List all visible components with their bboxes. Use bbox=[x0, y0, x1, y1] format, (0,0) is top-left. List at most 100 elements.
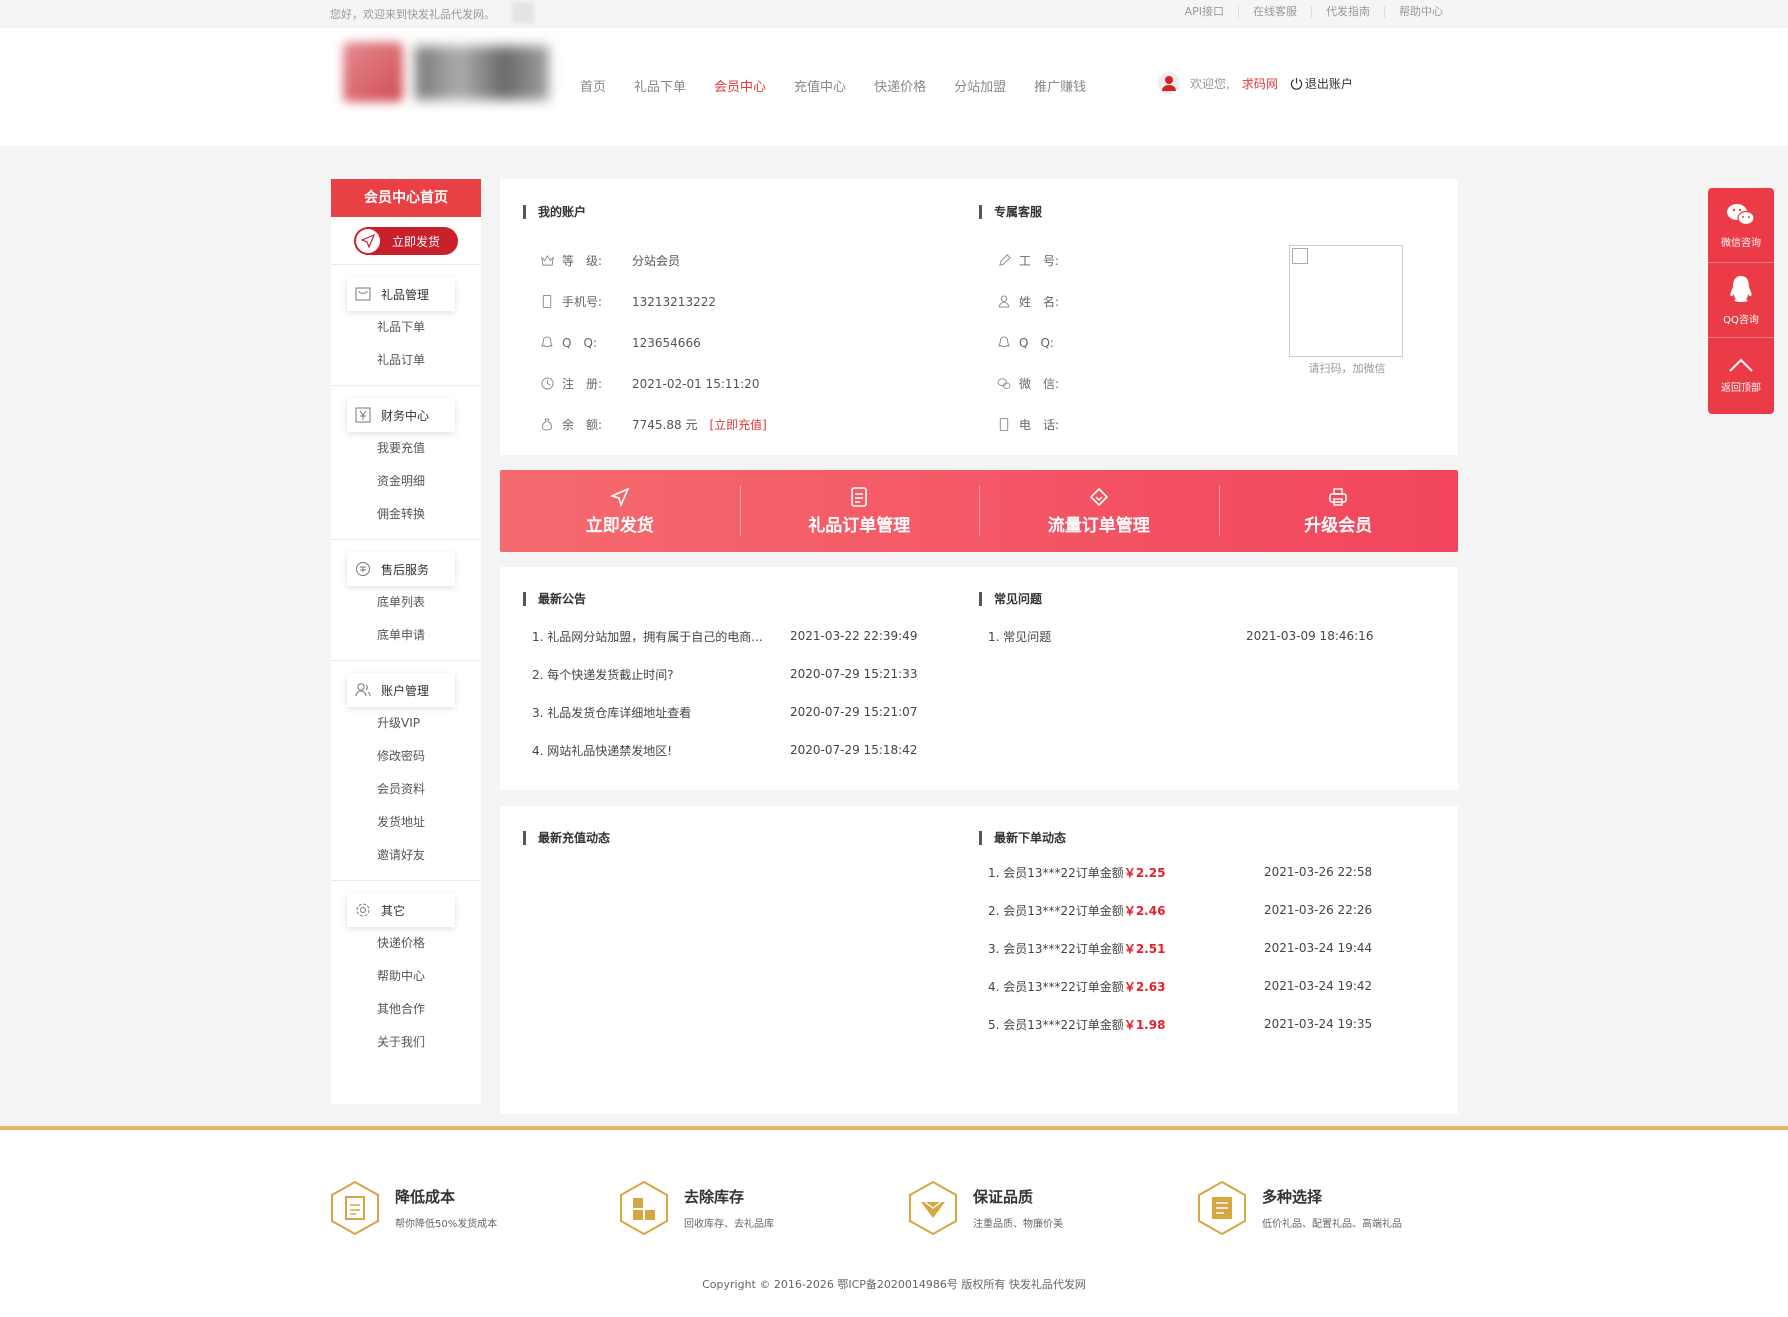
logout-button[interactable]: 退出账户 bbox=[1290, 75, 1353, 92]
sidebar-item-profile[interactable]: 会员资料 bbox=[331, 773, 481, 806]
qq-penguin-icon bbox=[1729, 275, 1753, 305]
guide-link[interactable]: 代发指南 bbox=[1311, 6, 1384, 18]
user-avatar-icon bbox=[1162, 76, 1176, 91]
feature-sub: 注重品质、物廉价美 bbox=[973, 1219, 1063, 1230]
order-amount: ￥2.25 bbox=[1123, 865, 1166, 880]
paper-plane-icon bbox=[609, 486, 630, 507]
sidebar-item-change-password[interactable]: 修改密码 bbox=[331, 740, 481, 773]
nav-promote[interactable]: 推广赚钱 bbox=[1034, 76, 1086, 95]
list-item[interactable]: 1. 礼品网分站加盟，拥有属于自己的电商... 2021-03-22 22:39:… bbox=[532, 617, 932, 655]
sidebar-item-recharge[interactable]: 我要充值 bbox=[331, 432, 481, 465]
online-service-link[interactable]: 在线客服 bbox=[1238, 6, 1311, 18]
qq-consult-button[interactable]: QQ咨询 bbox=[1708, 263, 1774, 338]
list-item[interactable]: 4. 网站礼品快递禁发地区! 2020-07-29 15:18:42 bbox=[532, 731, 932, 769]
order-amount: ￥1.98 bbox=[1123, 1017, 1166, 1032]
staff-name-label: 姓 名: bbox=[1019, 295, 1060, 309]
sidebar-title-label: 账户管理 bbox=[381, 683, 430, 698]
sidebar-item-commission[interactable]: 佣金转换 bbox=[331, 498, 481, 531]
wechat-icon bbox=[997, 377, 1011, 391]
order-feed-title: 最新下单动态 bbox=[979, 831, 1066, 845]
sidebar-title-label: 财务中心 bbox=[381, 408, 430, 423]
order-time: 2021-03-24 19:42 bbox=[1264, 979, 1373, 993]
notice-time: 2020-07-29 15:21:07 bbox=[790, 705, 918, 719]
notice-text[interactable]: 3. 礼品发货仓库详细地址查看 bbox=[532, 704, 790, 721]
phone-value: 13213213222 bbox=[632, 294, 716, 309]
order-amount: ￥2.51 bbox=[1123, 941, 1166, 956]
sidebar-section-gift: 礼品管理 礼品下单 礼品订单 bbox=[331, 265, 481, 386]
help-link[interactable]: 帮助中心 bbox=[1384, 6, 1457, 18]
nav-express-price[interactable]: 快递价格 bbox=[874, 76, 926, 95]
sidebar-title-service[interactable]: 售后服务 bbox=[347, 552, 455, 586]
gift-order-manage-action[interactable]: 礼品订单管理 bbox=[739, 470, 980, 552]
sidebar-title-account[interactable]: 账户管理 bbox=[347, 673, 455, 707]
sidebar-item-gift-order[interactable]: 礼品下单 bbox=[331, 311, 481, 344]
nav-member-center[interactable]: 会员中心 bbox=[714, 76, 766, 95]
sidebar-item-invite[interactable]: 邀请好友 bbox=[331, 839, 481, 872]
feature-sub: 帮你降低50%发货成本 bbox=[395, 1219, 498, 1230]
user-icon bbox=[355, 682, 371, 698]
floating-contact-bar: 微信咨询 QQ咨询 返回顶部 bbox=[1708, 188, 1774, 414]
account-title: 我的账户 bbox=[523, 205, 586, 219]
logout-label: 退出账户 bbox=[1304, 76, 1353, 91]
top-bar: 您好，欢迎来到快发礼品代发网。 API接口 在线客服 代发指南 帮助中心 bbox=[0, 0, 1788, 27]
list-item: 2. 会员13***22订单金额￥2.46 2021-03-26 22:26 bbox=[988, 891, 1408, 929]
sidebar-item-express-price[interactable]: 快递价格 bbox=[331, 927, 481, 960]
chevron-up-icon bbox=[1728, 357, 1754, 373]
sidebar: 会员中心首页 立即发货 礼品管理 礼品下单 礼品订单 财务中心 我要充值 资金明… bbox=[331, 179, 481, 1104]
sidebar-title-other[interactable]: 其它 bbox=[347, 893, 455, 927]
faq-text[interactable]: 1. 常见问题 bbox=[988, 628, 1246, 645]
order-time: 2021-03-26 22:26 bbox=[1264, 903, 1373, 917]
sidebar-item-shipping-address[interactable]: 发货地址 bbox=[331, 806, 481, 839]
main-nav: 首页 礼品下单 会员中心 充值中心 快递价格 分站加盟 推广赚钱 bbox=[580, 76, 1114, 95]
back-to-top-button[interactable]: 返回顶部 bbox=[1708, 338, 1774, 413]
upgrade-member-action[interactable]: 升级会员 bbox=[1218, 470, 1459, 552]
feature-title: 降低成本 bbox=[395, 1188, 456, 1206]
list-item[interactable]: 1. 常见问题 2021-03-09 18:46:16 bbox=[988, 617, 1388, 655]
welcome-text: 欢迎您, bbox=[1190, 76, 1230, 91]
sidebar-header[interactable]: 会员中心首页 bbox=[331, 179, 481, 217]
sidebar-item-receipt-list[interactable]: 底单列表 bbox=[331, 586, 481, 619]
copyright-text: Copyright © 2016-2026 鄂ICP备2020014986号 版… bbox=[702, 1278, 1086, 1291]
pen-icon bbox=[997, 254, 1011, 268]
notice-text[interactable]: 2. 每个快递发货截止时间? bbox=[532, 666, 790, 683]
nav-recharge[interactable]: 充值中心 bbox=[794, 76, 846, 95]
recharge-now-link[interactable]: [立即充值] bbox=[709, 416, 766, 433]
list-item[interactable]: 2. 每个快递发货截止时间? 2020-07-29 15:21:33 bbox=[532, 655, 932, 693]
nav-franchise[interactable]: 分站加盟 bbox=[954, 76, 1006, 95]
wechat-consult-button[interactable]: 微信咨询 bbox=[1708, 188, 1774, 263]
sidebar-item-gift-orders[interactable]: 礼品订单 bbox=[331, 344, 481, 377]
send-now-action[interactable]: 立即发货 bbox=[500, 470, 740, 552]
sidebar-item-cooperation[interactable]: 其他合作 bbox=[331, 993, 481, 1026]
notice-text[interactable]: 4. 网站礼品快递禁发地区! bbox=[532, 742, 790, 759]
order-text: 3. 会员13***22订单金额 bbox=[988, 941, 1124, 956]
sidebar-item-fund-details[interactable]: 资金明细 bbox=[331, 465, 481, 498]
logo-text-blurred[interactable] bbox=[415, 46, 549, 100]
notice-list: 1. 礼品网分站加盟，拥有属于自己的电商... 2021-03-22 22:39:… bbox=[532, 617, 932, 769]
nav-home[interactable]: 首页 bbox=[580, 76, 606, 95]
api-link[interactable]: API接口 bbox=[1171, 6, 1238, 18]
choices-hex-icon bbox=[1198, 1180, 1246, 1236]
paper-plane-icon bbox=[361, 234, 375, 248]
sidebar-item-about[interactable]: 关于我们 bbox=[331, 1026, 481, 1059]
cost-hex-icon bbox=[331, 1180, 379, 1236]
send-now-button[interactable]: 立即发货 bbox=[354, 227, 458, 255]
username-link[interactable]: 求码网 bbox=[1242, 75, 1278, 92]
logo-mark[interactable] bbox=[343, 42, 403, 102]
gift-order-manage-label: 礼品订单管理 bbox=[808, 515, 911, 536]
nav-gift-order[interactable]: 礼品下单 bbox=[634, 76, 686, 95]
sidebar-title-finance[interactable]: 财务中心 bbox=[347, 398, 455, 432]
traffic-order-manage-action[interactable]: 流量订单管理 bbox=[979, 470, 1219, 552]
wechat-consult-label: 微信咨询 bbox=[1721, 237, 1761, 249]
quality-hex-icon bbox=[909, 1180, 957, 1236]
feature-choices: 多种选择 低价礼品、配置礼品、高端礼品 bbox=[1196, 1180, 1402, 1236]
list-item[interactable]: 3. 礼品发货仓库详细地址查看 2020-07-29 15:21:07 bbox=[532, 693, 932, 731]
phone-label: 手机号: bbox=[562, 295, 603, 309]
sidebar-title-gift[interactable]: 礼品管理 bbox=[347, 277, 455, 311]
sidebar-item-receipt-apply[interactable]: 底单申请 bbox=[331, 619, 481, 652]
avatar[interactable] bbox=[1158, 72, 1180, 94]
sidebar-item-help[interactable]: 帮助中心 bbox=[331, 960, 481, 993]
blurred-username bbox=[512, 2, 534, 23]
sidebar-item-upgrade-vip[interactable]: 升级VIP bbox=[331, 707, 481, 740]
level-value: 分站会员 bbox=[632, 254, 681, 268]
notice-text[interactable]: 1. 礼品网分站加盟，拥有属于自己的电商... bbox=[532, 628, 790, 645]
